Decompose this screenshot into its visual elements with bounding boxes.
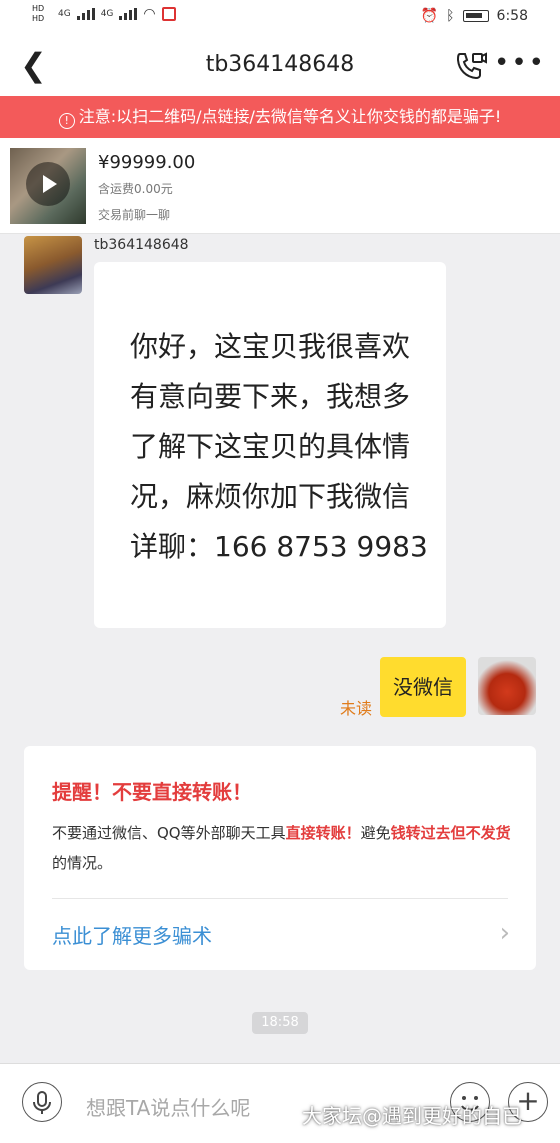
notice-body-part: 的情况。 — [52, 854, 113, 872]
outgoing-message[interactable]: 没微信 — [380, 657, 466, 717]
clock: 6:58 — [496, 8, 528, 24]
shipping-fee: 含运费0.00元 — [98, 182, 173, 196]
chat-hint: 交易前聊一聊 — [98, 208, 171, 222]
notice-body-part: 避免 — [360, 824, 391, 842]
signal-icon-2 — [119, 8, 138, 20]
learn-more-link[interactable]: 点此了解更多骗术 — [52, 920, 212, 949]
scam-warning-banner: ! 注意:以扫二维码/点链接/去微信等名义让你交钱的都是骗子! — [0, 96, 560, 138]
divider — [52, 898, 508, 899]
wifi-icon: ◠ — [143, 6, 156, 22]
more-icon[interactable]: ••• — [494, 48, 546, 78]
read-status: 未读 — [340, 699, 373, 718]
notice-body: 不要通过微信、QQ等外部聊天工具直接转账！避免钱转过去但不发货的情况。 — [52, 818, 522, 878]
notice-body-highlight: 钱转过去但不发货 — [390, 824, 511, 842]
phone-video-icon[interactable] — [454, 50, 488, 82]
notice-body-highlight: 直接转账！ — [285, 824, 361, 842]
sim-indicator: HD HD — [32, 4, 45, 23]
watermark: 大家坛@遇到更好的自已 — [302, 1104, 522, 1128]
transfer-warning-card: 提醒！不要直接转账！ 不要通过微信、QQ等外部聊天工具直接转账！避免钱转过去但不… — [24, 746, 536, 970]
bluetooth-icon: ᛒ — [446, 8, 455, 24]
message-input[interactable]: 想跟TA说点什么呢 — [86, 1092, 250, 1121]
notification-icon — [161, 7, 176, 21]
product-card[interactable]: ¥99999.00 含运费0.00元 交易前聊一聊 — [0, 138, 560, 234]
alert-icon: ! — [58, 113, 75, 129]
battery-icon — [462, 10, 489, 22]
sender-avatar[interactable] — [24, 236, 82, 294]
my-avatar[interactable] — [478, 657, 536, 715]
warning-text: 注意:以扫二维码/点链接/去微信等名义让你交钱的都是骗子! — [78, 107, 502, 126]
microphone-icon[interactable] — [22, 1082, 62, 1122]
play-icon[interactable] — [26, 162, 70, 206]
message-timestamp: 18:58 — [252, 1012, 308, 1034]
nav-bar: ❮ tb364148648 ••• — [0, 36, 560, 96]
status-bar: HD HD 4G 4G ◠ ⏰ ᛒ 6:58 — [0, 0, 560, 36]
alarm-icon: ⏰ — [420, 8, 439, 24]
signal-icon — [76, 8, 95, 20]
network2-label: 4G — [100, 9, 114, 19]
chevron-right-icon[interactable]: › — [500, 918, 510, 948]
image-message-text: 你好，这宝贝我很喜欢有意向要下来，我想多了解下这宝贝的具体情况，麻烦你加下我微信… — [130, 330, 428, 563]
network-label: 4G — [58, 9, 71, 19]
notice-body-part: 不要通过微信、QQ等外部聊天工具 — [52, 824, 286, 842]
product-price: ¥99999.00 — [98, 152, 196, 173]
notice-title: 提醒！不要直接转账！ — [52, 780, 252, 804]
incoming-image-message[interactable]: 你好，这宝贝我很喜欢有意向要下来，我想多了解下这宝贝的具体情况，麻烦你加下我微信… — [94, 262, 446, 628]
sender-name: tb364148648 — [94, 237, 189, 253]
